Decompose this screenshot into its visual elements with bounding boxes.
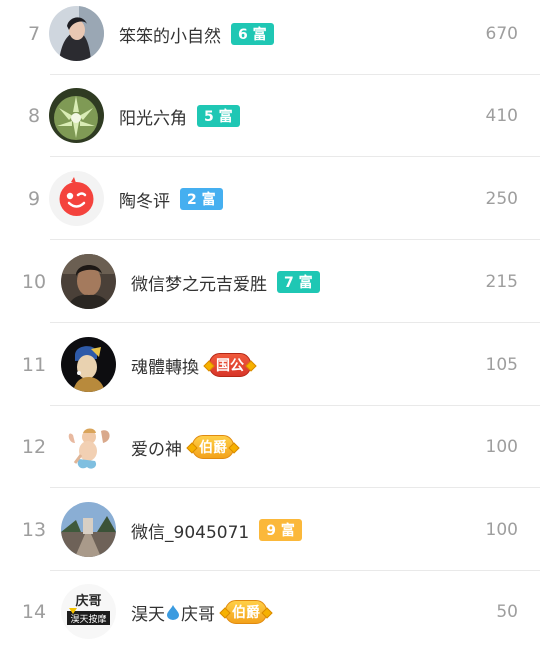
cupid-angel-avatar[interactable]	[61, 419, 116, 474]
wealth-level-badge: 6 富	[231, 23, 274, 45]
row-divider	[50, 239, 540, 240]
user-name: 笨笨的小自然	[119, 26, 221, 47]
contribution-value: 50	[496, 602, 518, 622]
user-name-row: 阳光六角 5 富	[119, 75, 240, 157]
contribution-value: 410	[485, 106, 518, 126]
contribution-value: 215	[485, 272, 518, 292]
contribution-value: 105	[485, 355, 518, 375]
rank-number: 8	[27, 105, 41, 127]
user-name: 陶冬评	[119, 191, 170, 212]
list-item[interactable]: 7 笨笨的小自然 6 富 670	[0, 0, 540, 75]
user-name: 阳光六角	[119, 108, 187, 129]
list-item[interactable]: 8 阳光六角 5 富 410	[0, 75, 540, 157]
list-item[interactable]: 12 爱の神 伯爵 100	[0, 406, 540, 488]
wealth-level-badge: 7 富	[277, 271, 320, 293]
ranking-list: 7 笨笨的小自然 6 富 670 8 阳光六角 5 富 410 9 陶冬评 2 …	[0, 0, 540, 639]
list-item[interactable]: 13 微信_9045071 9 富 100	[0, 489, 540, 571]
row-divider	[50, 156, 540, 157]
rank-number: 12	[21, 436, 47, 458]
user-name-row: 爱の神 伯爵	[131, 406, 234, 488]
list-item[interactable]: 9 陶冬评 2 富 250	[0, 158, 540, 240]
red-smiley-avatar[interactable]	[49, 171, 104, 226]
contribution-value: 100	[485, 437, 518, 457]
qingge-logo-avatar[interactable]: 庆哥 淏天按摩	[61, 584, 116, 639]
user-name: 微信_9045071	[131, 522, 250, 543]
list-item[interactable]: 10 微信梦之元吉爱胜 7 富 215	[0, 241, 540, 323]
noble-title-badge: 伯爵	[192, 435, 234, 459]
row-divider	[50, 487, 540, 488]
rank-number: 11	[21, 354, 47, 376]
succulent-plant-avatar[interactable]	[49, 88, 104, 143]
wealth-level-badge: 9 富	[259, 519, 302, 541]
list-item[interactable]: 14 庆哥 淏天按摩 淏天 庆哥 伯爵 50	[0, 571, 540, 653]
user-name-row: 魂體轉換 国公	[131, 324, 251, 406]
noble-title-badge: 国公	[209, 353, 251, 377]
rank-number: 7	[27, 23, 41, 45]
row-divider	[50, 322, 540, 323]
contribution-value: 250	[485, 189, 518, 209]
user-name: 微信梦之元吉爱胜	[131, 274, 267, 295]
pearl-earring-girl-avatar[interactable]	[61, 337, 116, 392]
user-name: 魂體轉換	[131, 357, 199, 378]
wealth-level-badge: 2 富	[180, 188, 223, 210]
woman-profile-avatar[interactable]	[49, 6, 104, 61]
street-scene-avatar[interactable]	[61, 502, 116, 557]
user-name-suffix: 庆哥	[181, 604, 215, 625]
user-name-row: 淏天 庆哥 伯爵	[131, 571, 267, 653]
avatar-logo-subtext: 淏天按摩	[70, 613, 106, 625]
contribution-value: 670	[485, 24, 518, 44]
man-portrait-avatar[interactable]	[61, 254, 116, 309]
user-name: 爱の神	[131, 439, 182, 460]
rank-number: 10	[21, 271, 47, 293]
water-drop-icon	[167, 604, 179, 620]
user-name-row: 笨笨的小自然 6 富	[119, 0, 274, 75]
noble-title-badge: 伯爵	[225, 600, 267, 624]
contribution-value: 100	[485, 520, 518, 540]
rank-number: 14	[21, 601, 47, 623]
user-name-row: 陶冬评 2 富	[119, 158, 223, 240]
user-name-row: 微信_9045071 9 富	[131, 489, 302, 571]
rank-number: 9	[27, 188, 41, 210]
user-name: 淏天	[131, 604, 165, 625]
list-item[interactable]: 11 魂體轉換 国公 105	[0, 324, 540, 406]
avatar-logo-text: 庆哥	[74, 593, 101, 609]
wealth-level-badge: 5 富	[197, 105, 240, 127]
rank-number: 13	[21, 519, 47, 541]
user-name-row: 微信梦之元吉爱胜 7 富	[131, 241, 320, 323]
